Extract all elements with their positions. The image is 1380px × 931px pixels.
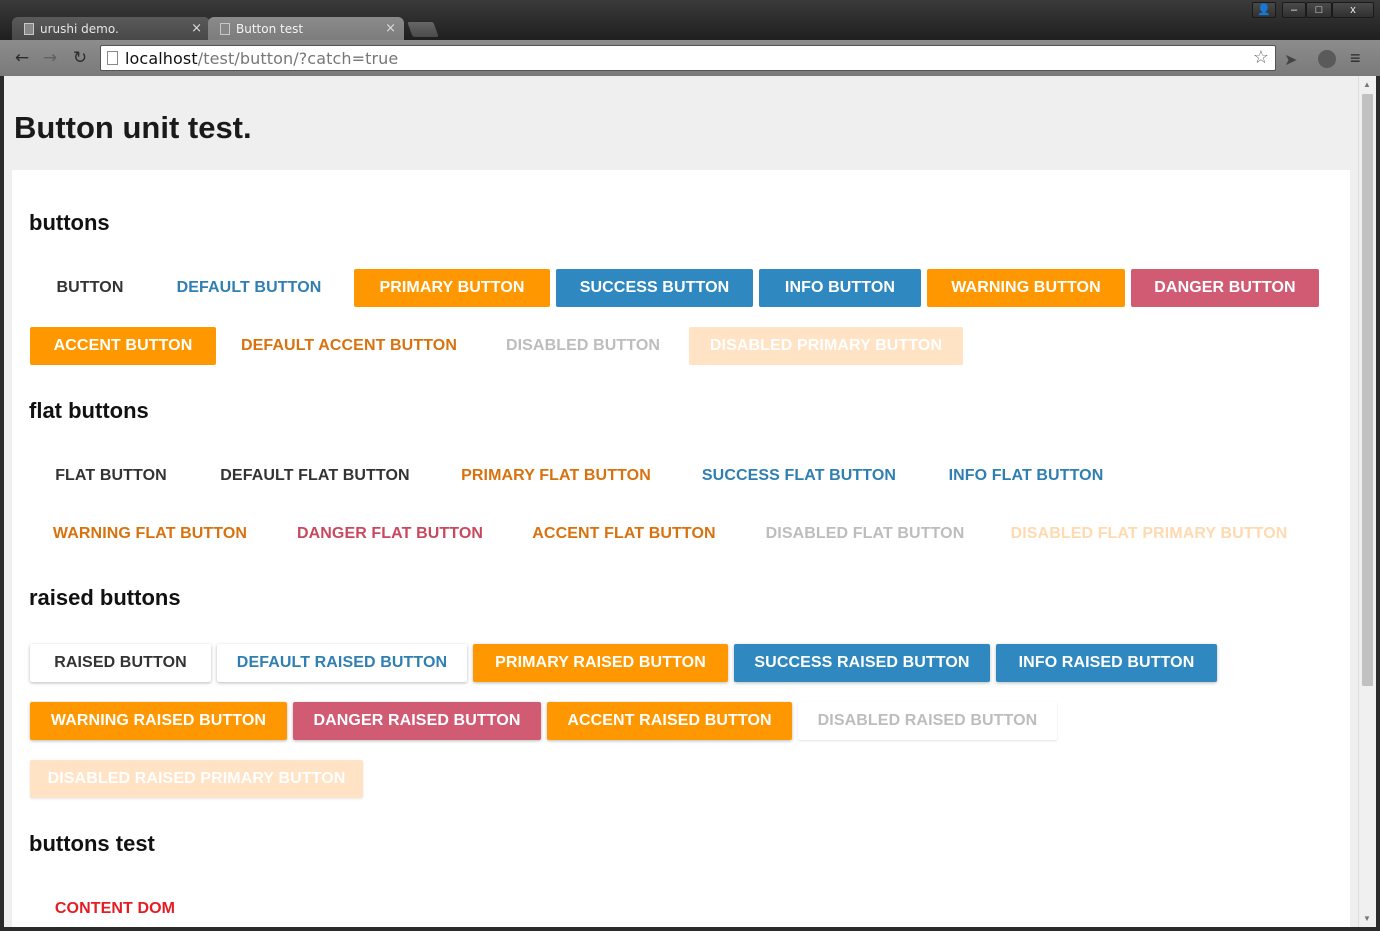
- primary-button[interactable]: Primary Button: [354, 269, 550, 307]
- tab-label: urushi demo.: [40, 22, 119, 36]
- back-arrow-icon[interactable]: ←: [12, 48, 32, 68]
- disabled-primary-button: Disabled Primary Button: [689, 327, 963, 365]
- extension-cursor-icon[interactable]: ➤: [1284, 50, 1297, 70]
- disabled-flat-primary-button: Disabled Flat Primary Button: [1010, 525, 1288, 542]
- page-icon: [24, 23, 34, 35]
- section-title-flat-buttons: flat buttons: [29, 398, 149, 423]
- scroll-down-arrow-icon[interactable]: ▼: [1363, 914, 1371, 923]
- scroll-up-arrow-icon[interactable]: ▲: [1363, 80, 1371, 89]
- page-icon: [107, 51, 118, 65]
- close-tab-icon[interactable]: ×: [385, 17, 396, 41]
- success-raised-button[interactable]: Success Raised Button: [734, 644, 990, 682]
- flat-button[interactable]: Flat Button: [30, 457, 192, 495]
- window-frame-bottom: [0, 927, 1380, 931]
- title-bar: urushi demo. × Button test × 👤 – □ x: [0, 0, 1380, 41]
- tab-urushi-demo[interactable]: urushi demo. ×: [12, 17, 210, 41]
- address-path: /test/button/?catch=true: [197, 49, 399, 68]
- info-raised-button[interactable]: Info Raised Button: [996, 644, 1217, 682]
- address-host: localhost: [125, 49, 198, 68]
- accent-raised-button[interactable]: Accent Raised Button: [547, 702, 792, 740]
- raised-button[interactable]: Raised Button: [30, 644, 211, 682]
- user-icon[interactable]: 👤: [1252, 2, 1276, 18]
- disabled-button: Disabled Button: [505, 337, 661, 354]
- extension-circle-icon[interactable]: [1318, 50, 1336, 68]
- info-button[interactable]: Info Button: [759, 269, 921, 307]
- bookmark-star-icon[interactable]: ☆: [1253, 47, 1269, 68]
- vertical-scrollbar[interactable]: ▲ ▼: [1358, 76, 1376, 927]
- button[interactable]: Button: [30, 269, 150, 307]
- warning-raised-button[interactable]: Warning Raised Button: [30, 702, 287, 740]
- section-title-buttons-test: buttons test: [29, 831, 155, 856]
- minimize-button[interactable]: –: [1282, 2, 1306, 18]
- maximize-button[interactable]: □: [1306, 2, 1332, 18]
- success-button[interactable]: Success Button: [556, 269, 753, 307]
- content-dom-button[interactable]: Content DOM: [30, 890, 200, 927]
- default-flat-button[interactable]: Default Flat Button: [198, 457, 432, 495]
- close-window-button[interactable]: x: [1332, 2, 1374, 18]
- warning-button[interactable]: Warning Button: [927, 269, 1125, 307]
- tab-button-test[interactable]: Button test ×: [208, 17, 404, 41]
- page-title: Button unit test.: [14, 110, 252, 145]
- success-flat-button[interactable]: Success Flat Button: [680, 457, 918, 495]
- info-flat-button[interactable]: Info Flat Button: [924, 457, 1128, 495]
- warning-flat-button[interactable]: Warning Flat Button: [30, 515, 270, 553]
- accent-flat-button[interactable]: Accent Flat Button: [510, 515, 738, 553]
- disabled-flat-button: Disabled Flat Button: [765, 525, 965, 542]
- default-raised-button[interactable]: Default Raised Button: [217, 644, 467, 682]
- danger-raised-button[interactable]: Danger Raised Button: [293, 702, 541, 740]
- default-button[interactable]: Default Button: [158, 269, 340, 307]
- disabled-raised-primary-button: Disabled Raised Primary Button: [30, 760, 363, 798]
- menu-icon[interactable]: ≡: [1350, 48, 1361, 69]
- disabled-raised-button: Disabled Raised Button: [798, 702, 1057, 740]
- section-title-raised-buttons: raised buttons: [29, 585, 181, 610]
- default-accent-button[interactable]: Default Accent Button: [222, 327, 476, 365]
- reload-icon[interactable]: ↻: [70, 48, 90, 68]
- content-card: buttons Button Default Button Primary Bu…: [12, 170, 1350, 927]
- browser-toolbar: ← → ↻ localhost/test/button/?catch=true …: [0, 40, 1380, 76]
- forward-arrow-icon[interactable]: →: [40, 48, 60, 68]
- danger-flat-button[interactable]: Danger Flat Button: [276, 515, 504, 553]
- window-frame-right: [1376, 76, 1380, 931]
- accent-button[interactable]: Accent Button: [30, 327, 216, 365]
- danger-button[interactable]: Danger Button: [1131, 269, 1319, 307]
- page-viewport: Button unit test. buttons Button Default…: [4, 76, 1358, 927]
- primary-raised-button[interactable]: Primary Raised Button: [473, 644, 728, 682]
- section-title-buttons: buttons: [29, 210, 110, 235]
- tab-label: Button test: [236, 22, 304, 36]
- address-bar[interactable]: localhost/test/button/?catch=true ☆: [100, 45, 1276, 71]
- primary-flat-button[interactable]: Primary Flat Button: [438, 457, 674, 495]
- close-tab-icon[interactable]: ×: [191, 17, 202, 41]
- scrollbar-thumb[interactable]: [1362, 94, 1373, 686]
- page-icon: [220, 23, 230, 35]
- new-tab-button[interactable]: [407, 22, 439, 37]
- address-url[interactable]: localhost/test/button/?catch=true: [125, 49, 398, 68]
